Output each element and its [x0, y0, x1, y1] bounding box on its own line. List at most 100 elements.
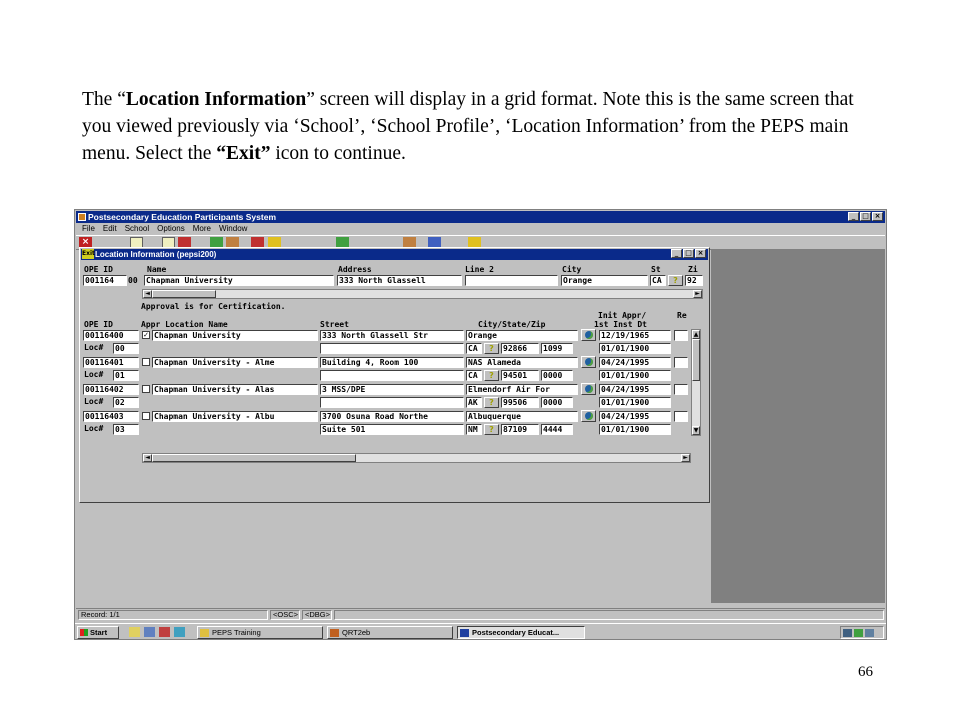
- tray-icon[interactable]: [865, 629, 874, 637]
- row2-zip[interactable]: 94501: [501, 370, 539, 381]
- grid-scroll-thumb[interactable]: [152, 454, 356, 462]
- row4-date1[interactable]: 04/24/1995: [599, 411, 671, 422]
- row2-date2[interactable]: 01/01/1900: [599, 370, 671, 381]
- row1-street2[interactable]: [320, 343, 464, 354]
- grid-horizontal-scrollbar[interactable]: ◄ ►: [142, 453, 691, 463]
- row1-date1[interactable]: 12/19/1965: [599, 330, 671, 341]
- maximize-button[interactable]: □: [860, 212, 871, 221]
- row3-zip[interactable]: 99506: [501, 397, 539, 408]
- row2-state-lookup-button[interactable]: ?: [484, 370, 499, 381]
- child-maximize-button[interactable]: □: [683, 249, 694, 258]
- row4-re-field[interactable]: [674, 411, 688, 422]
- row4-zip[interactable]: 87109: [501, 424, 539, 435]
- address-field[interactable]: 333 North Glassell: [337, 275, 462, 286]
- menu-file[interactable]: File: [82, 223, 95, 235]
- network-icon[interactable]: [843, 629, 852, 637]
- row2-location-name[interactable]: Chapman University - Alme: [152, 357, 318, 368]
- row2-date1[interactable]: 04/24/1995: [599, 357, 671, 368]
- row2-approval-checkbox[interactable]: [142, 358, 150, 366]
- row3-city[interactable]: Elmendorf Air For: [466, 384, 578, 395]
- row1-city[interactable]: Orange: [466, 330, 578, 341]
- task-postsecondary[interactable]: Postsecondary Educat...: [457, 626, 585, 639]
- row1-re-field[interactable]: [674, 330, 688, 341]
- row3-approval-checkbox[interactable]: [142, 385, 150, 393]
- row2-city[interactable]: NAS Alameda: [466, 357, 578, 368]
- scroll-right-arrow[interactable]: ►: [693, 290, 702, 298]
- name-field[interactable]: Chapman University: [144, 275, 334, 286]
- row4-city[interactable]: Albuquerque: [466, 411, 578, 422]
- row1-zip4[interactable]: 1099: [541, 343, 573, 354]
- child-close-button[interactable]: ×: [695, 249, 706, 258]
- child-minimize-button[interactable]: _: [671, 249, 682, 258]
- grid-scroll-left-arrow[interactable]: ◄: [143, 454, 152, 462]
- row4-approval-checkbox[interactable]: [142, 412, 150, 420]
- row3-state-lookup-button[interactable]: ?: [484, 397, 499, 408]
- state-field[interactable]: CA: [650, 275, 666, 286]
- state-lookup-button[interactable]: ?: [668, 275, 683, 286]
- row4-state[interactable]: NM: [466, 424, 482, 435]
- app-system-icon[interactable]: [78, 213, 86, 221]
- scroll-thumb[interactable]: [152, 290, 216, 298]
- row1-state-lookup-button[interactable]: ?: [484, 343, 499, 354]
- zip-field[interactable]: 92: [685, 275, 703, 286]
- row2-globe-icon[interactable]: [581, 356, 596, 368]
- row3-zip4[interactable]: 0000: [541, 397, 573, 408]
- scroll-left-arrow[interactable]: ◄: [143, 290, 152, 298]
- quicklaunch-desktop-icon[interactable]: [129, 627, 140, 637]
- row4-globe-icon[interactable]: [581, 410, 596, 422]
- row4-loc-field[interactable]: 03: [113, 424, 139, 435]
- row2-re-field[interactable]: [674, 357, 688, 368]
- close-button[interactable]: ×: [872, 212, 883, 221]
- row4-street2[interactable]: Suite 501: [320, 424, 464, 435]
- scroll-up-arrow[interactable]: ▲: [692, 330, 700, 339]
- ope-id-field[interactable]: 001164: [83, 275, 127, 286]
- grid-scroll-right-arrow[interactable]: ►: [681, 454, 690, 462]
- row2-ope-field[interactable]: 00116401: [83, 357, 139, 368]
- minimize-button[interactable]: _: [848, 212, 859, 221]
- row4-state-lookup-button[interactable]: ?: [484, 424, 499, 435]
- row1-date2[interactable]: 01/01/1900: [599, 343, 671, 354]
- line2-field[interactable]: [465, 275, 558, 286]
- row1-globe-icon[interactable]: [581, 329, 596, 341]
- row2-state[interactable]: CA: [466, 370, 482, 381]
- row1-ope-field[interactable]: 00116400: [83, 330, 139, 341]
- volume-icon[interactable]: [854, 629, 863, 637]
- row4-location-name[interactable]: Chapman University - Albu: [152, 411, 318, 422]
- menu-options[interactable]: Options: [157, 223, 185, 235]
- row3-street2[interactable]: [320, 397, 464, 408]
- task-peps-training[interactable]: PEPS Training: [197, 626, 323, 639]
- task-qrt2eb[interactable]: QRT2eb: [327, 626, 453, 639]
- row3-date1[interactable]: 04/24/1995: [599, 384, 671, 395]
- scroll-down-arrow[interactable]: ▼: [692, 426, 700, 435]
- row4-ope-field[interactable]: 00116403: [83, 411, 139, 422]
- row3-street1[interactable]: 3 MSS/DPE: [320, 384, 464, 395]
- row2-zip4[interactable]: 0000: [541, 370, 573, 381]
- row1-location-name[interactable]: Chapman University: [152, 330, 318, 341]
- row1-state[interactable]: CA: [466, 343, 482, 354]
- row3-ope-field[interactable]: 00116402: [83, 384, 139, 395]
- row3-re-field[interactable]: [674, 384, 688, 395]
- menu-edit[interactable]: Edit: [103, 223, 117, 235]
- row3-state[interactable]: AK: [466, 397, 482, 408]
- row3-date2[interactable]: 01/01/1900: [599, 397, 671, 408]
- row2-street2[interactable]: [320, 370, 464, 381]
- city-field[interactable]: Orange: [561, 275, 648, 286]
- row1-street1[interactable]: 333 North Glassell Str: [320, 330, 464, 341]
- row1-approval-checkbox[interactable]: ✓: [142, 331, 150, 339]
- row4-date2[interactable]: 01/01/1900: [599, 424, 671, 435]
- quicklaunch-ie-icon[interactable]: [144, 627, 155, 637]
- row1-loc-field[interactable]: 00: [113, 343, 139, 354]
- menu-more[interactable]: More: [193, 223, 211, 235]
- quicklaunch-outlook-icon[interactable]: [159, 627, 170, 637]
- menu-school[interactable]: School: [125, 223, 149, 235]
- menu-window[interactable]: Window: [219, 223, 247, 235]
- row4-street1[interactable]: 3700 Osuna Road Northe: [320, 411, 464, 422]
- row2-street1[interactable]: Building 4, Room 100: [320, 357, 464, 368]
- row3-location-name[interactable]: Chapman University - Alas: [152, 384, 318, 395]
- row4-zip4[interactable]: 4444: [541, 424, 573, 435]
- row2-loc-field[interactable]: 01: [113, 370, 139, 381]
- vertical-scroll-thumb[interactable]: [692, 339, 700, 381]
- start-button[interactable]: Start: [77, 626, 119, 639]
- quicklaunch-channel-icon[interactable]: [174, 627, 185, 637]
- row3-loc-field[interactable]: 02: [113, 397, 139, 408]
